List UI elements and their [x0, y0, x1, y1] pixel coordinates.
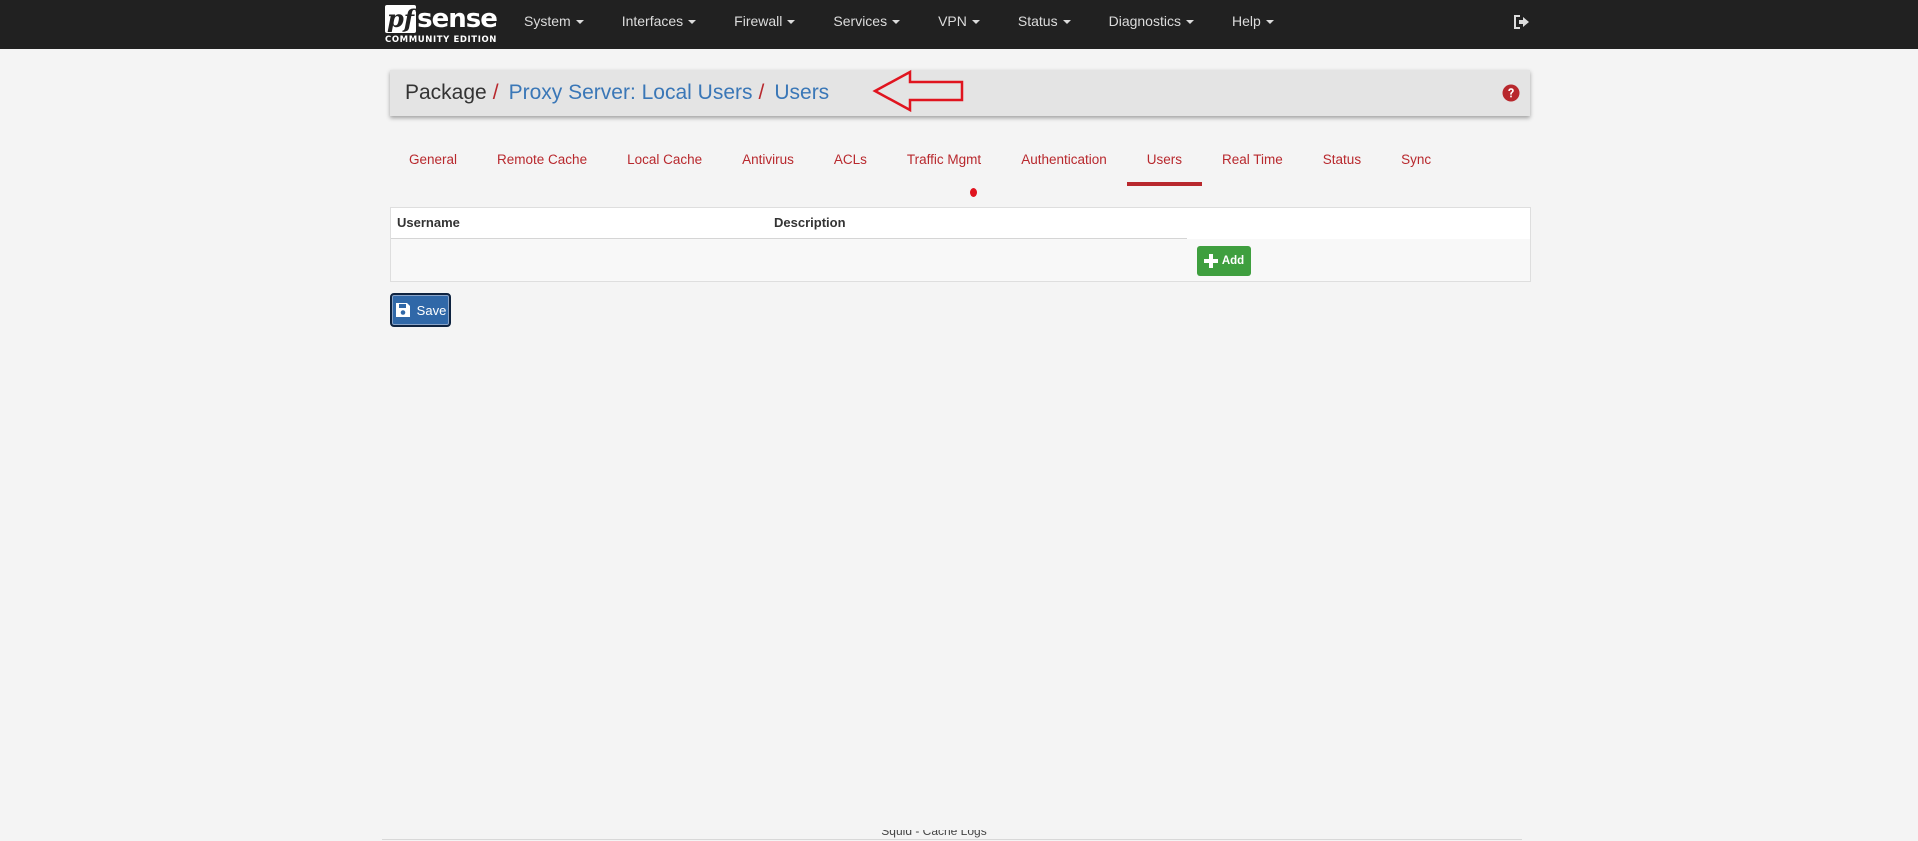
add-button[interactable]: Add: [1197, 246, 1251, 276]
save-button[interactable]: Save: [390, 293, 451, 327]
menu-diagnostics[interactable]: Diagnostics: [1090, 0, 1213, 43]
caret-down-icon: [971, 19, 980, 24]
tab-users[interactable]: Users: [1126, 146, 1203, 186]
main-menu: System Interfaces Firewall Services VPN …: [505, 0, 1293, 43]
tab-authentication[interactable]: Authentication: [1001, 146, 1127, 186]
pfsense-logo[interactable]: pf sense COMMUNITY EDITION: [385, 3, 498, 45]
menu-label: Services: [833, 13, 888, 29]
logo-edition: COMMUNITY EDITION: [385, 35, 497, 45]
tab-remote-cache[interactable]: Remote Cache: [477, 146, 607, 186]
menu-label: Interfaces: [621, 13, 684, 29]
column-header-username: Username: [397, 215, 460, 230]
caret-down-icon: [1062, 19, 1071, 24]
footer-text: Squid - Cache Logs: [0, 830, 1918, 841]
annotation-dot: [970, 188, 977, 197]
column-header-description: Description: [774, 215, 846, 230]
top-navbar: pf sense COMMUNITY EDITION System Interf…: [0, 0, 1918, 49]
question-circle-icon[interactable]: [1502, 84, 1520, 102]
menu-interfaces[interactable]: Interfaces: [603, 0, 715, 43]
breadcrumb-separator: /: [492, 81, 499, 104]
breadcrumb-section-link[interactable]: Proxy Server: Local Users: [509, 81, 753, 104]
menu-help[interactable]: Help: [1213, 0, 1293, 43]
menu-status[interactable]: Status: [999, 0, 1090, 43]
tab-traffic-mgmt[interactable]: Traffic Mgmt: [887, 146, 1001, 186]
breadcrumb-root: Package: [405, 81, 487, 104]
caret-down-icon: [575, 19, 584, 24]
package-tabs: General Remote Cache Local Cache Antivir…: [389, 146, 1451, 186]
menu-label: Diagnostics: [1108, 13, 1181, 29]
caret-down-icon: [688, 19, 697, 24]
users-table: Username Description Add: [390, 207, 1531, 282]
menu-label: System: [524, 13, 571, 29]
breadcrumb-page-link[interactable]: Users: [774, 81, 829, 104]
plus-icon: [1203, 254, 1218, 268]
save-button-label: Save: [416, 302, 447, 318]
menu-firewall[interactable]: Firewall: [715, 0, 814, 43]
menu-label: Status: [1017, 13, 1058, 29]
add-button-label: Add: [1221, 255, 1245, 267]
tab-general[interactable]: General: [389, 146, 477, 186]
caret-down-icon: [1265, 19, 1274, 24]
logo-pf: pf: [385, 4, 417, 33]
tab-real-time[interactable]: Real Time: [1202, 146, 1303, 186]
tab-sync[interactable]: Sync: [1381, 146, 1451, 186]
tab-antivirus[interactable]: Antivirus: [722, 146, 814, 186]
breadcrumb: Package / Proxy Server: Local Users / Users: [405, 70, 829, 116]
table-row: [391, 239, 1530, 281]
caret-down-icon: [787, 19, 796, 24]
tab-status[interactable]: Status: [1303, 146, 1381, 186]
menu-system[interactable]: System: [505, 0, 603, 43]
footer-label: Squid - Cache Logs: [881, 830, 987, 838]
menu-label: Firewall: [734, 13, 783, 29]
tab-local-cache[interactable]: Local Cache: [607, 146, 722, 186]
breadcrumb-separator: /: [758, 81, 765, 104]
menu-label: Help: [1231, 13, 1261, 29]
sign-out-icon[interactable]: [1511, 12, 1531, 32]
annotation-arrow-icon: [872, 69, 964, 113]
menu-vpn[interactable]: VPN: [919, 0, 999, 43]
save-disk-icon: [395, 303, 410, 317]
menu-services[interactable]: Services: [814, 0, 919, 43]
tab-acls[interactable]: ACLs: [814, 146, 887, 186]
logo-sense: sense: [417, 4, 498, 34]
menu-label: VPN: [938, 13, 967, 29]
caret-down-icon: [1185, 19, 1194, 24]
caret-down-icon: [892, 19, 901, 24]
